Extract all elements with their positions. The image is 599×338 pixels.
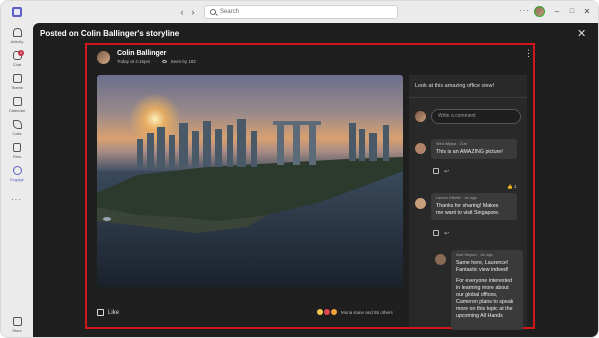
search-icon bbox=[210, 9, 216, 15]
notification-badge: 1 bbox=[18, 50, 24, 56]
post-author[interactable]: Colin Ballinger bbox=[117, 50, 166, 57]
reactions-summary[interactable]: Mona Kane and 55 others bbox=[317, 309, 393, 315]
chevron-right-icon[interactable]: › bbox=[188, 6, 198, 18]
rail-item-label: Files bbox=[12, 154, 22, 159]
clap-reaction-icon bbox=[331, 309, 337, 315]
engage-icon bbox=[12, 166, 22, 175]
more-options-icon[interactable]: ··· bbox=[519, 6, 530, 15]
comment-author: Lauren Gillette bbox=[436, 196, 461, 200]
more-apps-icon[interactable]: ··· bbox=[11, 195, 22, 204]
comment-text: in learning more about bbox=[456, 285, 509, 291]
thumbs-up-icon bbox=[97, 309, 104, 316]
comment-time: 1m ago bbox=[480, 253, 493, 257]
like-label: Like bbox=[108, 309, 120, 316]
comment-text: Thanks for sharing! Makes bbox=[436, 203, 499, 209]
thumbs-up-icon[interactable] bbox=[433, 168, 439, 174]
minimize-button[interactable]: – bbox=[552, 6, 562, 18]
comment-actions: ↩ bbox=[433, 168, 449, 175]
avatar[interactable] bbox=[435, 254, 446, 265]
rail-item-label: Calendar bbox=[8, 108, 26, 113]
phone-icon bbox=[12, 120, 22, 129]
app-rail: Activity 1 Chat Teams Calendar Calls Fil… bbox=[1, 23, 33, 337]
app-window: ‹ › Search ··· – □ ✕ Activity 1 Chat Tea… bbox=[0, 0, 599, 338]
post-caption: Look at this amazing office view! bbox=[415, 83, 495, 89]
comment-text: For everyone interested bbox=[456, 278, 512, 284]
close-window-button[interactable]: ✕ bbox=[582, 6, 592, 18]
comments-panel: Look at this amazing office view! Write … bbox=[409, 75, 527, 330]
separator: · bbox=[154, 59, 157, 64]
seen-count[interactable]: Seen by 182 bbox=[171, 59, 196, 64]
chevron-left-icon[interactable]: ‹ bbox=[177, 6, 187, 18]
comment-header: Avel Serpon · 1m ago bbox=[456, 253, 493, 257]
comment-text: This is an AMAZING picture! bbox=[436, 149, 503, 155]
comment-text: upcoming All Hands bbox=[456, 313, 503, 319]
comment-time: 1m ago bbox=[464, 196, 477, 200]
comment-text: Same here, Laurence! bbox=[456, 260, 509, 266]
rail-item-label: Engage bbox=[10, 177, 24, 182]
store-icon bbox=[12, 317, 22, 326]
reactions-text: Mona Kane and 55 others bbox=[341, 309, 393, 315]
comment-header: Lauren Gillette · 1m ago bbox=[436, 196, 477, 200]
reply-icon[interactable]: ↩ bbox=[444, 230, 449, 237]
avatar[interactable] bbox=[415, 143, 426, 154]
avatar[interactable] bbox=[415, 198, 426, 209]
avatar[interactable] bbox=[97, 51, 110, 64]
file-icon bbox=[13, 143, 21, 152]
rail-item-label: Chat bbox=[12, 62, 22, 67]
post-meta: Today at 4:15pm · Seen by 182 bbox=[117, 59, 196, 64]
search-input[interactable]: Search bbox=[204, 5, 398, 19]
rail-item-label: Calls bbox=[12, 131, 22, 136]
comment-author: Avel Serpon bbox=[456, 253, 477, 257]
thumbs-up-icon[interactable] bbox=[433, 230, 439, 236]
page-title: Posted on Colin Ballinger's storyline bbox=[40, 29, 180, 38]
reply-icon[interactable]: ↩ bbox=[444, 168, 449, 175]
comment-text: Cameron plans to speak bbox=[456, 299, 514, 305]
teams-icon bbox=[12, 74, 22, 83]
heart-reaction-icon bbox=[324, 309, 330, 315]
close-viewer-button[interactable]: ✕ bbox=[577, 27, 586, 40]
post-photo[interactable] bbox=[97, 75, 403, 287]
divider bbox=[409, 97, 527, 98]
rail-item-label: Activity bbox=[10, 39, 24, 44]
comment-actions: ↩ bbox=[433, 230, 449, 237]
comment-bubble: Avel Serpon · 1m ago Same here, Laurence… bbox=[451, 250, 523, 330]
reaction-count[interactable]: 👍 1 bbox=[507, 184, 516, 190]
comment-text: our global offices, bbox=[456, 292, 498, 298]
bell-icon bbox=[12, 28, 22, 37]
more-vertical-icon[interactable]: ⋮ bbox=[524, 49, 533, 58]
post-card: Colin Ballinger Today at 4:15pm · Seen b… bbox=[85, 43, 535, 330]
rail-item-store[interactable]: Store bbox=[1, 315, 33, 337]
rail-item-label: Teams bbox=[11, 85, 23, 90]
rail-item-engage[interactable]: Engage bbox=[1, 164, 33, 190]
like-button[interactable]: Like bbox=[97, 309, 119, 316]
title-bar: ‹ › Search ··· – □ ✕ bbox=[1, 1, 598, 23]
avatar[interactable] bbox=[534, 6, 545, 17]
comment-bubble: Lauren Gillette · 1m ago Thanks for shar… bbox=[431, 193, 517, 220]
comment-time: 21m bbox=[459, 142, 468, 146]
search-placeholder: Search bbox=[220, 9, 240, 15]
comment-text: Fantastic view indeed! bbox=[456, 267, 509, 273]
calendar-icon bbox=[12, 97, 22, 106]
comment-text: me want to visit Singapore. bbox=[436, 210, 500, 216]
singapore-skyline-image bbox=[97, 93, 403, 287]
maximize-button[interactable]: □ bbox=[567, 6, 577, 18]
avatar bbox=[415, 111, 426, 122]
like-reaction-icon bbox=[317, 309, 323, 315]
comment-header: Wira Wijaya · 21m bbox=[436, 142, 468, 146]
comment-bubble: Wira Wijaya · 21m This is an AMAZING pic… bbox=[431, 139, 517, 159]
post-viewer: Posted on Colin Ballinger's storyline ✕ … bbox=[33, 23, 598, 337]
rail-item-label: Store bbox=[12, 328, 22, 333]
reaction-count-value: 1 bbox=[513, 184, 517, 189]
comment-author: Wira Wijaya bbox=[436, 142, 457, 146]
comment-input[interactable]: Write a comment bbox=[431, 109, 521, 124]
comment-text: more on this topic at the bbox=[456, 306, 513, 312]
eye-icon bbox=[162, 60, 168, 64]
teams-logo-icon bbox=[12, 7, 22, 17]
post-time: Today at 4:15pm bbox=[117, 59, 151, 64]
